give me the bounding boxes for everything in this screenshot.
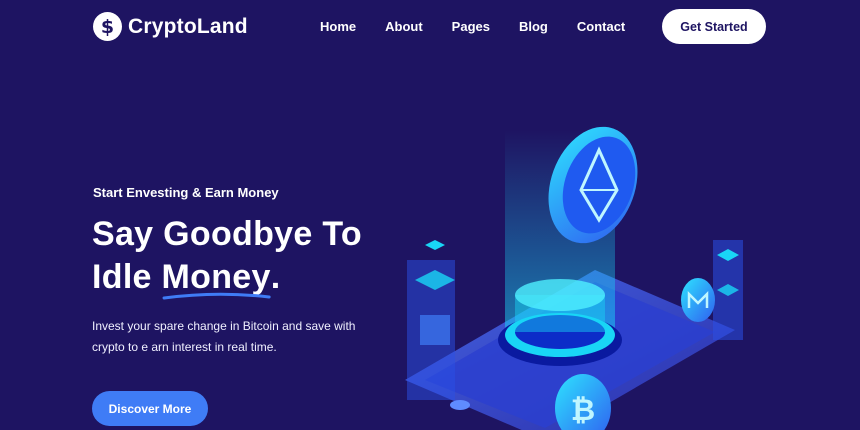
hero-headline: Say Goodbye To Idle Money.: [92, 213, 362, 300]
nav-contact[interactable]: Contact: [577, 19, 625, 34]
headline-underlined-word: Money: [162, 256, 271, 300]
crypto-hero-illustration: ₿: [405, 126, 743, 430]
discover-more-button[interactable]: Discover More: [92, 391, 208, 426]
main-nav: Home About Pages Blog Contact: [320, 19, 654, 34]
hero-description: Invest your spare change in Bitcoin and …: [92, 319, 356, 354]
headline-period: .: [270, 258, 281, 296]
headline-word-idle: Idle: [92, 258, 162, 296]
nav-pages[interactable]: Pages: [452, 19, 490, 34]
nav-blog[interactable]: Blog: [519, 19, 548, 34]
svg-text:₿: ₿: [571, 393, 595, 428]
monero-coin-icon: [681, 278, 715, 322]
hero-eyebrow: Start Envesting & Earn Money: [93, 185, 279, 200]
headline-line-1: Say Goodbye To: [92, 215, 362, 253]
right-cube-tower: [713, 240, 743, 340]
nav-about[interactable]: About: [385, 19, 423, 34]
dollar-coin-icon: $: [93, 12, 122, 41]
logo[interactable]: $ CryptoLand: [93, 12, 248, 41]
headline-line-2: Idle Money.: [92, 256, 362, 300]
brush-underline-icon: [162, 292, 271, 300]
nav-home[interactable]: Home: [320, 19, 356, 34]
get-started-button[interactable]: Get Started: [662, 9, 766, 44]
left-cube-tower: [407, 240, 455, 400]
logo-text: CryptoLand: [128, 14, 248, 38]
pedestal: [498, 279, 622, 366]
